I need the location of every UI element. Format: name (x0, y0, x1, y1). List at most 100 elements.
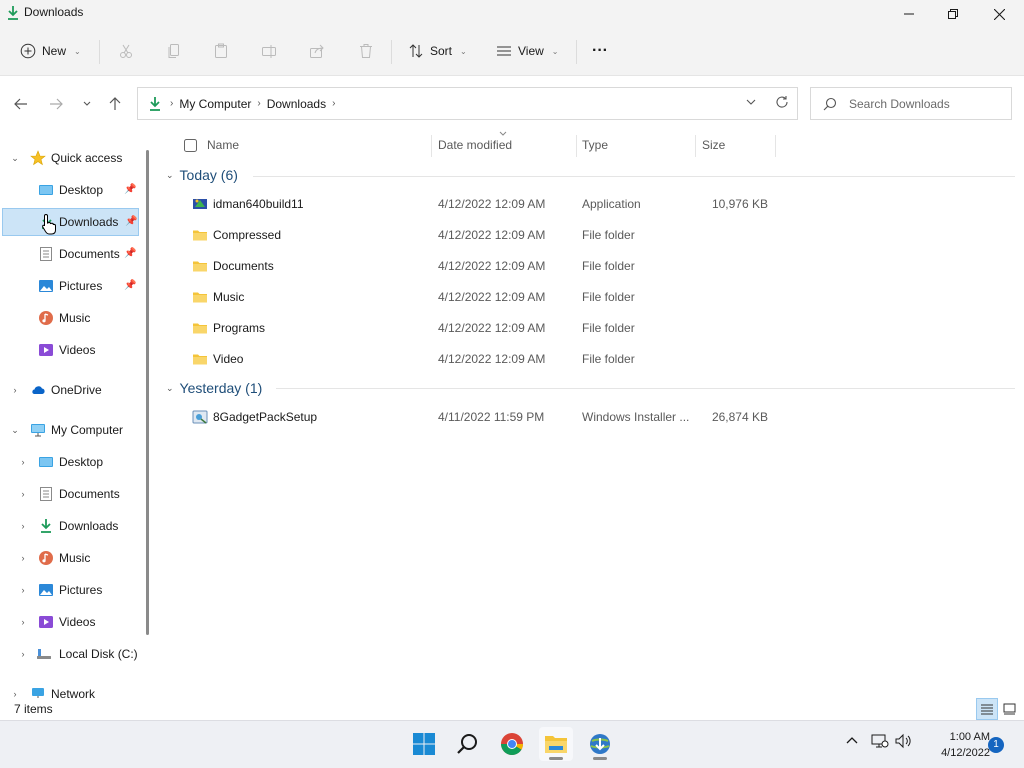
table-row[interactable]: 8GadgetPackSetup 4/11/2022 11:59 PM Wind… (188, 402, 788, 432)
music-icon (39, 551, 53, 565)
group-header-today[interactable]: ⌄ Today (6) (166, 164, 238, 186)
forward-button[interactable] (45, 93, 67, 115)
table-row[interactable]: idman640build11 4/12/2022 12:09 AM Appli… (188, 189, 788, 219)
new-button[interactable]: New ⌄ (20, 38, 81, 64)
sidebar-item-quick-access[interactable]: ⌄ Quick access (0, 144, 140, 172)
column-divider[interactable] (431, 135, 432, 157)
chevron-down-icon[interactable] (745, 95, 757, 109)
notification-badge[interactable]: 1 (988, 737, 1004, 753)
tiles-view-button[interactable] (998, 698, 1020, 720)
file-explorer-taskbar-app[interactable] (539, 727, 573, 761)
sidebar-item-network[interactable]: › Network (0, 680, 140, 698)
sidebar-item-videos[interactable]: Videos (0, 336, 140, 364)
delete-button[interactable] (358, 38, 374, 64)
pin-icon[interactable]: 📌 (124, 280, 136, 292)
sidebar-item-local-disk[interactable]: › Local Disk (C:) (0, 640, 140, 668)
table-row[interactable]: Compressed 4/12/2022 12:09 AM File folde… (188, 220, 788, 250)
installer-app-icon (193, 199, 207, 209)
table-row[interactable]: Programs 4/12/2022 12:09 AM File folder (188, 313, 788, 343)
group-header-yesterday[interactable]: ⌄ Yesterday (1) (166, 377, 262, 399)
running-indicator (593, 757, 607, 760)
recent-locations-button[interactable] (76, 93, 98, 115)
sidebar-item-label: Downloads (59, 215, 119, 229)
copy-button[interactable] (166, 38, 182, 64)
rename-button[interactable] (261, 38, 277, 64)
sidebar-item-music[interactable]: Music (0, 304, 140, 332)
sort-button[interactable]: Sort ⌄ (408, 38, 467, 64)
breadcrumb-my-computer[interactable]: My Computer (179, 97, 251, 111)
command-bar: New ⌄ Sort ⌄ View ⌄ ··· (0, 28, 1024, 76)
column-header-size[interactable]: Size (702, 131, 725, 159)
sidebar-item-onedrive[interactable]: › OneDrive (0, 376, 140, 404)
sidebar-item-label: Desktop (59, 183, 104, 197)
minimize-button[interactable] (886, 0, 932, 28)
chevron-right-icon: › (257, 98, 261, 109)
chevron-up-icon[interactable] (845, 733, 859, 747)
sidebar-scrollbar[interactable] (146, 150, 149, 635)
column-divider[interactable] (695, 135, 696, 157)
view-button[interactable]: View ⌄ (496, 38, 559, 64)
volume-icon[interactable] (895, 733, 913, 749)
idm-taskbar-app[interactable] (583, 727, 617, 761)
sidebar-item-my-computer[interactable]: ⌄ My Computer (0, 416, 140, 444)
table-row[interactable]: Video 4/12/2022 12:09 AM File folder (188, 344, 788, 374)
chevron-right-icon[interactable]: › (18, 521, 28, 531)
sidebar-item-pictures[interactable]: Pictures 📌 (0, 272, 140, 300)
share-button[interactable] (309, 38, 325, 64)
chevron-right-icon[interactable]: › (18, 457, 28, 467)
sidebar-item-label: Local Disk (C:) (59, 647, 138, 661)
pin-icon[interactable]: 📌 (124, 248, 136, 260)
details-view-button[interactable] (976, 698, 998, 720)
sidebar-item-pc-downloads[interactable]: › Downloads (0, 512, 140, 540)
chevron-right-icon[interactable]: › (10, 385, 20, 395)
chevron-right-icon[interactable]: › (18, 617, 28, 627)
star-icon (30, 150, 46, 166)
address-bar[interactable]: › My Computer › Downloads › (137, 87, 798, 120)
sidebar-item-desktop[interactable]: Desktop 📌 (0, 176, 140, 204)
cut-button[interactable] (118, 38, 134, 64)
chevron-right-icon[interactable]: › (18, 649, 28, 659)
table-row[interactable]: Music 4/12/2022 12:09 AM File folder (188, 282, 788, 312)
sidebar-item-pc-pictures[interactable]: › Pictures (0, 576, 140, 604)
column-header-name[interactable]: Name (207, 131, 239, 159)
sidebar-item-pc-documents[interactable]: › Documents (0, 480, 140, 508)
sidebar-item-documents[interactable]: Documents 📌 (0, 240, 140, 268)
column-divider[interactable] (775, 135, 776, 157)
chevron-down-icon[interactable]: ⌄ (10, 153, 20, 164)
file-type: Windows Installer ... (582, 410, 690, 424)
chrome-taskbar-app[interactable] (495, 727, 529, 761)
pin-icon[interactable]: 📌 (124, 184, 136, 196)
network-status-icon[interactable] (871, 733, 889, 749)
pin-icon[interactable]: 📌 (125, 216, 137, 228)
network-icon (32, 688, 44, 698)
maximize-button[interactable] (930, 0, 976, 28)
search-input[interactable] (849, 96, 999, 111)
taskbar-search-button[interactable] (451, 727, 485, 761)
select-all-checkbox[interactable] (184, 131, 197, 159)
sidebar-item-downloads[interactable]: Downloads 📌 (2, 208, 139, 236)
document-icon (40, 487, 52, 501)
refresh-icon[interactable] (775, 95, 789, 109)
start-button[interactable] (407, 727, 441, 761)
up-button[interactable] (104, 93, 126, 115)
breadcrumb-downloads[interactable]: Downloads (267, 97, 326, 111)
paste-button[interactable] (213, 38, 229, 64)
chevron-right-icon[interactable]: › (18, 489, 28, 499)
chevron-right-icon[interactable]: › (18, 585, 28, 595)
sidebar-item-pc-videos[interactable]: › Videos (0, 608, 140, 636)
file-date: 4/11/2022 11:59 PM (438, 410, 545, 424)
more-options-icon: ··· (592, 42, 608, 59)
table-row[interactable]: Documents 4/12/2022 12:09 AM File folder (188, 251, 788, 281)
column-header-type[interactable]: Type (582, 131, 608, 159)
more-options-button[interactable]: ··· (592, 38, 608, 64)
chevron-down-icon[interactable]: ⌄ (10, 425, 20, 436)
folder-icon (193, 354, 207, 365)
chevron-right-icon[interactable]: › (18, 553, 28, 563)
close-button[interactable] (976, 0, 1022, 28)
taskbar-clock[interactable]: 1:00 AM 4/12/2022 (920, 729, 990, 761)
sidebar-item-pc-desktop[interactable]: › Desktop (0, 448, 140, 476)
chevron-right-icon[interactable]: › (10, 689, 20, 698)
back-button[interactable] (10, 93, 32, 115)
column-divider[interactable] (576, 135, 577, 157)
sidebar-item-pc-music[interactable]: › Music (0, 544, 140, 572)
